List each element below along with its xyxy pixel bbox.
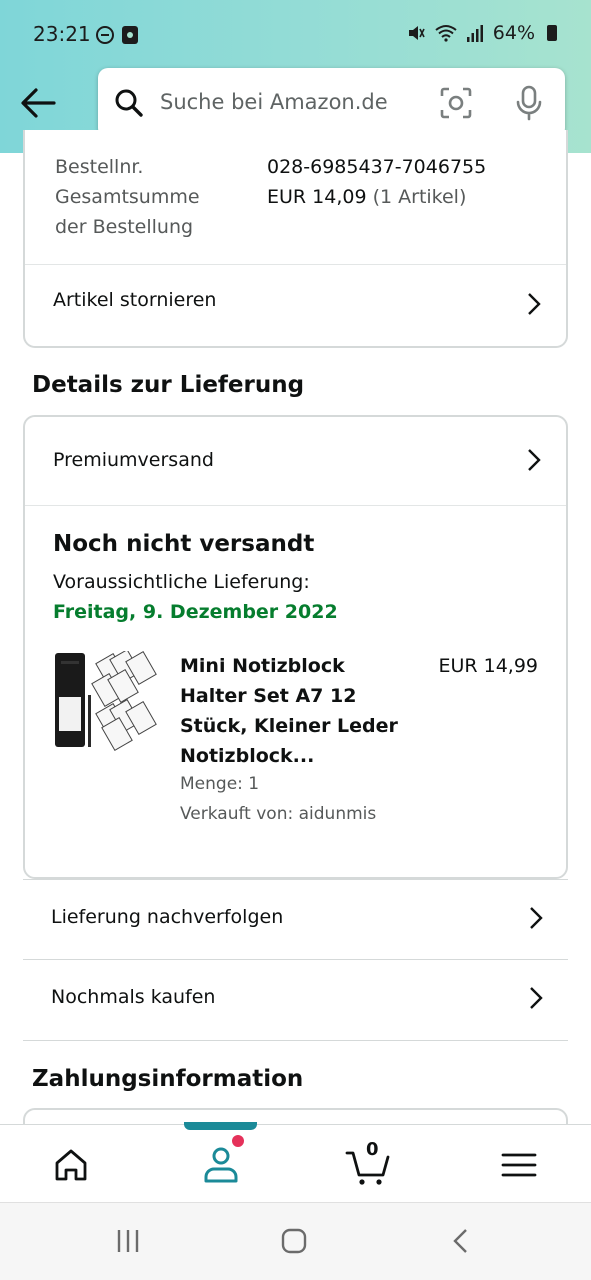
product-title-line: Mini Notizblock xyxy=(180,655,345,677)
chevron-right-icon xyxy=(530,987,543,1009)
recent-apps-icon[interactable] xyxy=(114,1227,142,1255)
product-title-line: Halter Set A7 12 xyxy=(180,685,357,707)
delivery-card: Premiumversand Noch nicht versandt Vorau… xyxy=(23,415,568,879)
product-title-line: Stück, Kleiner Leder xyxy=(180,715,398,737)
total-label-line2: der Bestellung xyxy=(55,216,194,238)
product-quantity: Menge: 1 xyxy=(180,774,260,794)
chevron-right-icon xyxy=(528,293,541,315)
chevron-right-icon xyxy=(530,907,543,929)
status-right-icons: 64% xyxy=(407,22,557,44)
battery-percent: 64% xyxy=(492,22,535,44)
bottom-nav: 0 xyxy=(0,1122,591,1202)
search-bar[interactable]: Suche bei Amazon.de xyxy=(98,68,565,138)
system-back-icon[interactable] xyxy=(448,1227,476,1255)
order-total: EUR 14,09 (1 Artikel) xyxy=(267,182,466,212)
cart-count: 0 xyxy=(366,1139,379,1160)
home-icon[interactable] xyxy=(46,1143,96,1187)
shipping-method-row[interactable]: Premiumversand xyxy=(25,417,566,505)
notification-badge xyxy=(232,1135,244,1147)
divider xyxy=(25,505,566,506)
battery-icon xyxy=(547,25,557,41)
home-button-icon[interactable] xyxy=(280,1227,308,1255)
total-label: Gesamtsumme xyxy=(55,186,200,208)
order-item-count: (1 Artikel) xyxy=(372,186,467,208)
wifi-icon xyxy=(435,25,457,42)
status-time: 23:21 xyxy=(33,22,91,46)
eta-label: Voraussichtliche Lieferung: xyxy=(53,571,310,593)
order-number: 028-6985437-7046755 xyxy=(267,156,487,178)
track-delivery-label: Lieferung nachverfolgen xyxy=(51,906,284,928)
product-title-line: Notizblock... xyxy=(180,745,315,767)
order-total-value: EUR 14,09 xyxy=(267,186,367,208)
mute-icon xyxy=(408,26,425,40)
signal-icon xyxy=(466,25,483,42)
eta-date: Freitag, 9. Dezember 2022 xyxy=(53,601,338,623)
menu-icon[interactable] xyxy=(494,1143,544,1187)
order-number-label: Bestellnr. xyxy=(55,156,144,178)
search-icon xyxy=(115,89,143,117)
do-not-disturb-icon xyxy=(96,26,114,44)
active-tab-indicator xyxy=(184,1122,257,1130)
search-input[interactable]: Suche bei Amazon.de xyxy=(160,90,388,114)
sim-icon xyxy=(122,26,138,44)
buy-again-row[interactable]: Nochmals kaufen xyxy=(23,960,568,1041)
shipment-status: Noch nicht versandt xyxy=(53,531,315,557)
delivery-section-title: Details zur Lieferung xyxy=(32,372,305,398)
cancel-item-row[interactable]: Artikel stornieren xyxy=(25,265,566,346)
payment-section-title: Zahlungsinformation xyxy=(32,1066,304,1092)
product-seller: Verkauft von: aidunmis xyxy=(180,804,377,824)
microphone-icon[interactable] xyxy=(514,85,544,121)
back-arrow-icon[interactable] xyxy=(18,86,58,120)
product-price: EUR 14,99 xyxy=(438,655,538,677)
account-icon[interactable] xyxy=(196,1143,246,1187)
product-image[interactable] xyxy=(53,651,159,751)
product-title[interactable]: Mini Notizblock Halter Set A7 12 Stück, … xyxy=(180,651,405,771)
buy-again-label: Nochmals kaufen xyxy=(51,986,216,1008)
chevron-right-icon xyxy=(528,449,541,471)
cancel-item-label: Artikel stornieren xyxy=(53,289,217,311)
system-nav-bar xyxy=(0,1202,591,1280)
track-delivery-row[interactable]: Lieferung nachverfolgen xyxy=(23,879,568,960)
shipping-method-label: Premiumversand xyxy=(53,449,214,471)
order-summary-card: Bestellnr. 028-6985437-7046755 Gesamtsum… xyxy=(23,130,568,348)
camera-scan-icon[interactable] xyxy=(440,87,472,119)
status-bar: 23:21 64% xyxy=(0,0,591,68)
